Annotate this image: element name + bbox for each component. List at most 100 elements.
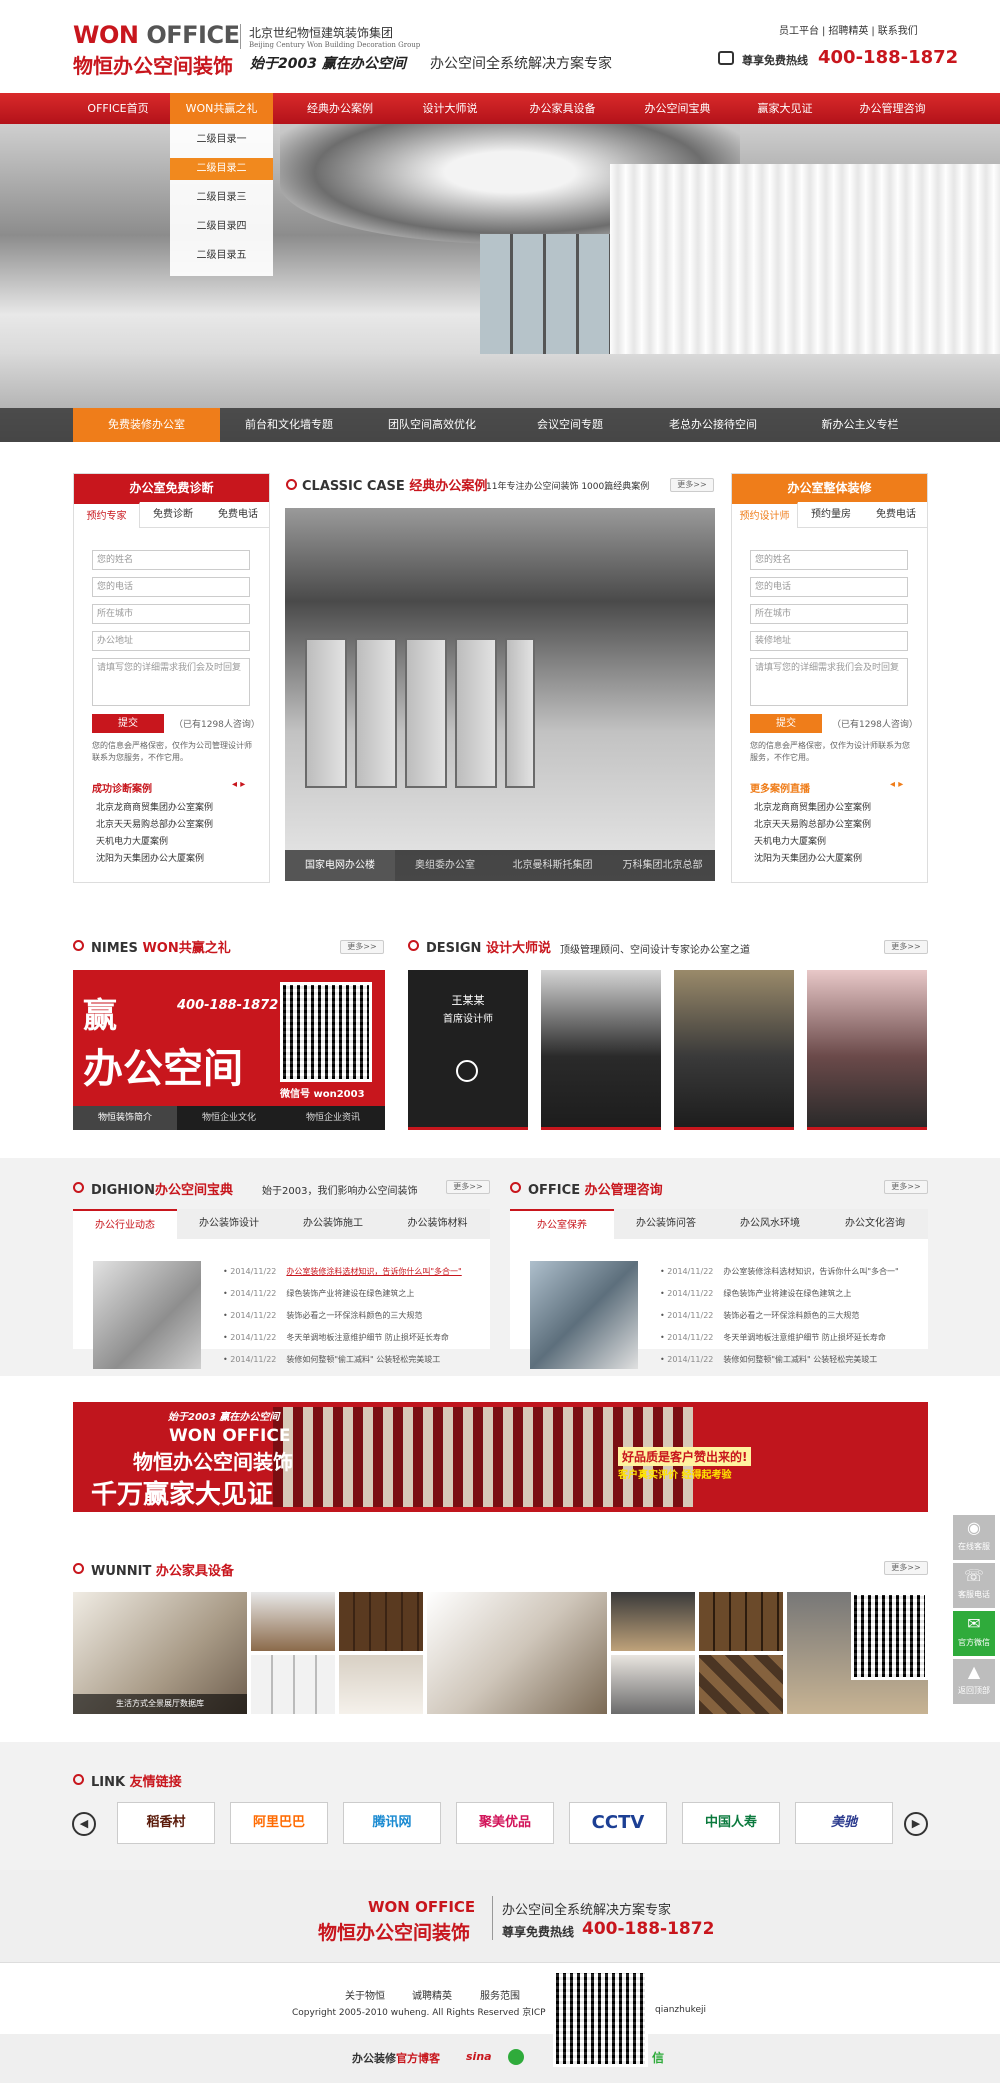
furniture-tile[interactable] [339, 1592, 423, 1651]
wechat-icon[interactable] [508, 2049, 524, 2065]
news-item[interactable]: • 2014/11/22 办公室装修涂料选材知识，告诉你什么叫"多合一" [223, 1266, 462, 1277]
online-service-button[interactable]: ◉ 在线客服 [953, 1515, 995, 1560]
office-tab-1[interactable]: 办公室保养 [510, 1209, 614, 1239]
address-field[interactable]: 办公地址 [92, 631, 250, 651]
case-list-item[interactable]: 北京天天易购总部办公室案例 [96, 817, 213, 830]
case-list-item[interactable]: 天机电力大厦案例 [754, 834, 826, 847]
case-list-item[interactable]: 沈阳为天集团办公大厦案例 [754, 851, 862, 864]
dropdown-item-5[interactable]: 二级目录五 [170, 245, 273, 267]
next-arrow-icon[interactable]: ▶ [904, 1812, 928, 1836]
nav-won[interactable]: WON共赢之礼 [170, 93, 273, 124]
furniture-tile[interactable] [611, 1655, 695, 1714]
nimes-tab-2[interactable]: 物恒企业文化 [177, 1106, 281, 1130]
case-list-item[interactable]: 北京龙商商贸集团办公室案例 [96, 800, 213, 813]
furniture-tile[interactable]: 生活方式全景展厅数据库 [73, 1592, 247, 1714]
phone-field[interactable]: 您的电话 [92, 577, 250, 597]
office-tab-2[interactable]: 办公装饰问答 [614, 1209, 718, 1239]
tab-free-diagnosis[interactable]: 免费诊断 [140, 502, 206, 528]
furniture-tile[interactable] [339, 1655, 423, 1714]
nimes-tab-1[interactable]: 物恒装饰简介 [73, 1106, 177, 1130]
nav-furniture[interactable]: 办公家具设备 [510, 93, 615, 124]
city-field[interactable]: 所在城市 [92, 604, 250, 624]
dighion-thumbnail[interactable] [93, 1261, 201, 1369]
dighion-tab-2[interactable]: 办公装饰设计 [177, 1209, 281, 1239]
news-item[interactable]: • 2014/11/22 冬天单调地板注意维护细节 防止损坏延长寿命 [660, 1332, 886, 1343]
furniture-tile[interactable] [251, 1592, 335, 1651]
designer-card-1[interactable]: 王某某 首席设计师 [408, 970, 528, 1130]
footer-link-services[interactable]: 服务范围 [480, 1987, 520, 2002]
nav-handbook[interactable]: 办公空间宝典 [625, 93, 730, 124]
case-list-item[interactable]: 北京龙商商贸集团办公室案例 [754, 800, 871, 813]
tab-free-phone[interactable]: 免费电话 [206, 502, 270, 528]
furniture-tile[interactable] [427, 1592, 607, 1714]
partner-logo[interactable]: 稻香村 [117, 1802, 215, 1844]
furniture-tile[interactable] [611, 1592, 695, 1651]
case-tab-4[interactable]: 万科集团北京总部 [610, 850, 715, 881]
toplink-jobs[interactable]: 招聘精英 [828, 26, 868, 37]
case-tab-2[interactable]: 奥组委办公室 [395, 850, 495, 881]
submit-button-2[interactable]: 提交 [750, 714, 822, 733]
partner-logo[interactable]: 阿里巴巴 [230, 1802, 328, 1844]
furniture-tile[interactable] [699, 1592, 783, 1651]
nimes-banner[interactable]: 赢 400-188-1872 办公空间 微信号 won2003 物恒装饰简介 物… [73, 970, 385, 1130]
news-item[interactable]: • 2014/11/22 办公室装修涂料选材知识，告诉你什么叫"多合一" [660, 1266, 899, 1277]
witness-ad-banner[interactable]: 始于2003 赢在办公空间 WON OFFICE 物恒办公空间装饰 千万赢家大见… [73, 1402, 928, 1512]
case-photo[interactable] [285, 508, 715, 881]
hero-tab-2[interactable]: 前台和文化墙专题 [220, 408, 358, 442]
dropdown-item-2[interactable]: 二级目录二 [170, 158, 273, 180]
logo[interactable]: WON OFFICE [73, 21, 240, 49]
footer-link-about[interactable]: 关于物恒 [345, 1987, 385, 2002]
news-item[interactable]: • 2014/11/22 装饰必看之一环保涂料颜色的三大规范 [660, 1310, 859, 1321]
name-field[interactable]: 您的姓名 [92, 550, 250, 570]
partner-logo[interactable]: 聚美优品 [456, 1802, 554, 1844]
news-item[interactable]: • 2014/11/22 装饰必看之一环保涂料颜色的三大规范 [223, 1310, 422, 1321]
nav-designers[interactable]: 设计大师说 [400, 93, 500, 124]
dropdown-item-3[interactable]: 二级目录三 [170, 187, 273, 209]
partner-logo[interactable]: 中国人寿 [682, 1802, 780, 1844]
footer-link-jobs[interactable]: 诚聘精英 [412, 1987, 452, 2002]
office-more-button[interactable]: 更多>> [884, 1180, 928, 1194]
partner-logo[interactable]: 腾讯网 [343, 1802, 441, 1844]
dighion-tab-3[interactable]: 办公装饰施工 [281, 1209, 385, 1239]
case-list-item[interactable]: 北京天天易购总部办公室案例 [754, 817, 871, 830]
phone-field-2[interactable]: 您的电话 [750, 577, 908, 597]
hero-tab-4[interactable]: 会议空间专题 [506, 408, 634, 442]
design-more-button[interactable]: 更多>> [884, 940, 928, 954]
office-tab-3[interactable]: 办公风水环境 [718, 1209, 822, 1239]
dighion-tab-1[interactable]: 办公行业动态 [73, 1209, 177, 1239]
nimes-tab-3[interactable]: 物恒企业资讯 [281, 1106, 385, 1130]
dropdown-item-1[interactable]: 二级目录一 [170, 129, 273, 151]
back-to-top-button[interactable]: ▲ 返回顶部 [953, 1659, 995, 1704]
furniture-tile[interactable] [251, 1655, 335, 1714]
news-item[interactable]: • 2014/11/22 冬天单调地板注意维护细节 防止损坏延长寿命 [223, 1332, 449, 1343]
nav-witness[interactable]: 赢家大见证 [740, 93, 830, 124]
dighion-tab-4[interactable]: 办公装饰材料 [385, 1209, 490, 1239]
partner-logo[interactable]: CCTV [569, 1802, 667, 1844]
nav-cases[interactable]: 经典办公案例 [290, 93, 390, 124]
blog-label[interactable]: 办公装修官方博客 [352, 2050, 440, 2066]
partner-logo[interactable]: 美驰 [795, 1802, 893, 1844]
tab-book-designer[interactable]: 预约设计师 [732, 502, 798, 528]
dropdown-item-4[interactable]: 二级目录四 [170, 216, 273, 238]
hero-tab-1[interactable]: 免费装修办公室 [73, 408, 220, 442]
case-tab-1[interactable]: 国家电网办公楼 [285, 850, 395, 881]
toplink-contact[interactable]: 联系我们 [878, 26, 918, 37]
news-item[interactable]: • 2014/11/22 装修如何整顿"偷工减料" 公装轻松完美竣工 [223, 1354, 440, 1365]
toplink-staff[interactable]: 员工平台 [779, 26, 819, 37]
hero-tab-6[interactable]: 新办公主义专栏 [792, 408, 928, 442]
nav-home[interactable]: OFFICE首页 [73, 93, 163, 124]
city-field-2[interactable]: 所在城市 [750, 604, 908, 624]
tab-book-expert[interactable]: 预约专家 [74, 502, 140, 528]
hero-tab-5[interactable]: 老总办公接待空间 [634, 408, 792, 442]
list-arrows-icon[interactable]: ◂ ▸ [232, 779, 245, 790]
office-thumbnail[interactable] [530, 1261, 638, 1369]
designer-card-2[interactable] [541, 970, 661, 1130]
dighion-more-button[interactable]: 更多>> [446, 1180, 490, 1194]
needs-textarea-2[interactable]: 请填写您的详细需求我们会及时回复 [750, 658, 908, 706]
designer-card-4[interactable] [807, 970, 927, 1130]
news-item[interactable]: • 2014/11/22 绿色装饰产业将建设在绿色建筑之上 [223, 1288, 414, 1299]
prev-arrow-icon[interactable]: ◀ [72, 1812, 96, 1836]
name-field-2[interactable]: 您的姓名 [750, 550, 908, 570]
case-list-item[interactable]: 沈阳为天集团办公大厦案例 [96, 851, 204, 864]
tab-free-phone-2[interactable]: 免费电话 [864, 502, 928, 528]
